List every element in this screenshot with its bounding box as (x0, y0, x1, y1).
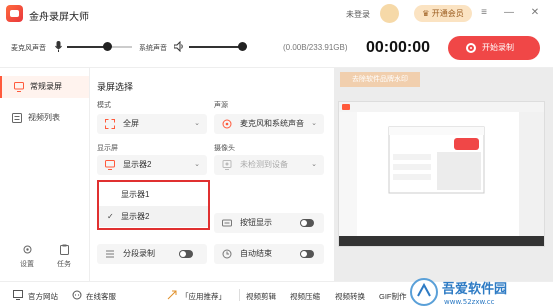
remove-watermark-button[interactable]: 去除软件品牌水印 (340, 72, 420, 87)
display-label: 显示屏 (97, 145, 118, 152)
sidebar-item-video-list[interactable]: 视频列表 (0, 107, 89, 129)
menu-icon[interactable]: ≡ (476, 5, 492, 21)
gif-maker-link[interactable]: GIF制作 (379, 291, 407, 302)
app-title: 金舟录屏大师 (29, 12, 89, 23)
auto-end-toggle[interactable] (300, 250, 314, 258)
display-icon (105, 160, 115, 170)
website-icon (13, 290, 23, 300)
camera-icon (222, 160, 232, 170)
option-label: 显示器2 (121, 212, 150, 221)
microphone-icon[interactable] (55, 41, 62, 52)
crown-icon: ♛ (422, 9, 430, 18)
sidebar-item-label: 视频列表 (28, 113, 60, 122)
audio-source-value: 麦克风和系统声音 (240, 119, 304, 128)
support-icon (72, 290, 82, 300)
audio-source-label: 声源 (214, 102, 228, 109)
auto-end-option[interactable]: 自动结束 (214, 244, 324, 264)
camera-value: 未检测到设备 (240, 160, 288, 169)
record-icon (466, 43, 476, 53)
divider (239, 289, 240, 301)
video-compress-link[interactable]: 视频压缩 (290, 291, 320, 302)
chevron-down-icon: ⌄ (194, 161, 200, 168)
key-display-toggle[interactable] (300, 219, 314, 227)
online-support-link[interactable]: 在线客服 (86, 291, 116, 302)
chevron-down-icon: ⌄ (311, 161, 317, 168)
auto-end-label: 自动结束 (240, 249, 272, 258)
clipboard-icon (59, 244, 69, 255)
mode-label: 模式 (97, 102, 111, 109)
settings-button[interactable]: 设置 (14, 244, 40, 269)
start-record-button[interactable]: 开始录制 (448, 36, 540, 60)
video-convert-link[interactable]: 视频转换 (335, 291, 365, 302)
system-volume-knob[interactable] (238, 42, 247, 51)
minimize-button[interactable]: — (501, 5, 517, 21)
list-icon (12, 113, 22, 123)
display-select[interactable]: 显示器2 ⌄ (97, 155, 207, 175)
segment-record-label: 分段录制 (123, 249, 155, 258)
clock-icon (222, 249, 232, 259)
record-settings-panel: 录屏选择 模式 全屏 ⌄ 声源 麦克风和系统声音 ⌄ 显示屏 显示器2 ⌄ 摄像… (90, 68, 334, 281)
disk-usage: (0.00B/233.91GB) (283, 43, 348, 52)
app-recommend-link[interactable]: 「应用推荐」 (181, 291, 226, 302)
vip-label: 开通会员 (431, 9, 464, 18)
close-button[interactable]: ✕ (527, 5, 543, 21)
screen-preview: 去除软件品牌水印 (334, 68, 553, 281)
official-site-link[interactable]: 官方网站 (28, 291, 58, 302)
tasks-label: 任务 (57, 261, 71, 268)
segment-record-toggle[interactable] (179, 250, 193, 258)
mic-volume-knob[interactable] (103, 42, 112, 51)
chevron-down-icon: ⌄ (311, 120, 317, 127)
audio-source-select[interactable]: 麦克风和系统声音 ⌄ (214, 114, 324, 134)
mic-volume-fill (67, 46, 107, 48)
video-edit-link[interactable]: 视频剪辑 (246, 291, 276, 302)
title-bar: 金舟录屏大师 未登录 ♛ 开通会员 ≡ — ✕ (0, 0, 553, 28)
fullscreen-icon (105, 119, 115, 129)
sidebar: 常规录屏 视频列表 设置 任务 (0, 68, 90, 281)
recommend-icon (167, 290, 177, 300)
section-title: 录屏选择 (97, 82, 134, 92)
app-logo (6, 5, 23, 22)
preview-thumbnail (339, 102, 544, 246)
watermark-title: 吾爱软件园 (442, 281, 507, 297)
segment-record-option[interactable]: 分段录制 (97, 244, 207, 264)
key-display-option[interactable]: 按钮显示 (214, 213, 324, 233)
preview-screen (338, 101, 545, 247)
site-watermark: 吾爱软件园 www.52zxw.cc (410, 278, 507, 306)
dropdown-option-display-1[interactable]: 显示器1 (99, 184, 208, 205)
mic-volume-slider[interactable] (67, 42, 132, 51)
camera-label: 摄像头 (214, 145, 235, 152)
check-icon: ✓ (107, 212, 114, 221)
tasks-button[interactable]: 任务 (51, 244, 77, 269)
audio-source-icon (222, 119, 232, 129)
audio-toolbar: 麦克风声音 系统声音 (0.00B/233.91GB) 00:00:00 开始录… (0, 28, 553, 68)
monitor-icon (14, 82, 24, 92)
system-volume-label: 系统声音 (139, 45, 167, 52)
watermark-url: www.52zxw.cc (444, 298, 495, 306)
camera-select[interactable]: 未检测到设备 ⌄ (214, 155, 324, 175)
vip-button[interactable]: ♛ 开通会员 (414, 5, 472, 22)
sidebar-item-label: 常规录屏 (30, 82, 62, 91)
dropdown-option-display-2[interactable]: ✓ 显示器2 (99, 206, 208, 227)
login-status-link[interactable]: 未登录 (346, 9, 370, 20)
chevron-down-icon: ⌄ (194, 120, 200, 127)
speaker-icon[interactable] (174, 41, 184, 52)
segment-icon (106, 250, 114, 258)
mode-select[interactable]: 全屏 ⌄ (97, 114, 207, 134)
gear-icon (23, 245, 31, 254)
key-icon (222, 219, 232, 227)
settings-label: 设置 (20, 261, 34, 268)
sidebar-item-screen-record[interactable]: 常规录屏 (0, 76, 89, 98)
system-volume-slider[interactable] (189, 42, 247, 51)
option-label: 显示器1 (121, 190, 150, 199)
system-volume-fill (189, 46, 242, 48)
mic-volume-label: 麦克风声音 (11, 45, 46, 52)
start-record-label: 开始录制 (482, 43, 514, 52)
display-dropdown: 显示器1 ✓ 显示器2 (97, 180, 210, 230)
key-display-label: 按钮显示 (240, 218, 272, 227)
mode-value: 全屏 (123, 119, 139, 128)
record-timer: 00:00:00 (366, 39, 431, 56)
display-value: 显示器2 (123, 160, 152, 169)
avatar[interactable] (380, 4, 399, 23)
